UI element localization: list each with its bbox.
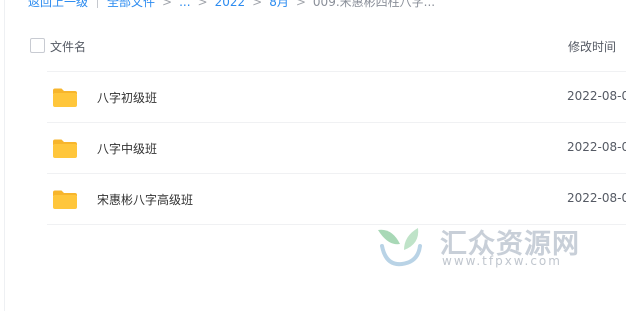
file-name[interactable]: 八字初级班 [97, 89, 157, 106]
breadcrumb: 返回上一级 全部文件 > ... > 2022 > 8月 > 009.宋惠彬四柱… [28, 0, 435, 10]
breadcrumb-separator: > [162, 0, 173, 9]
breadcrumb-ellipsis[interactable]: ... [179, 0, 190, 10]
file-list-header: 文件名 修改时间 [28, 36, 626, 58]
column-header-name[interactable]: 文件名 [50, 38, 86, 55]
breadcrumb-divider [97, 0, 99, 8]
folder-icon [53, 139, 77, 158]
file-modified-time: 2022-08-0 [567, 140, 626, 154]
breadcrumb-separator: > [295, 0, 306, 9]
breadcrumb-separator: > [197, 0, 208, 9]
panel-left-border [4, 0, 5, 311]
folder-icon [53, 190, 77, 209]
column-header-modified[interactable]: 修改时间 [568, 38, 616, 55]
folder-icon [53, 88, 77, 107]
watermark-url: www.tfpxw.com [442, 254, 562, 268]
file-modified-time: 2022-08-0 [567, 191, 626, 205]
watermark: 汇众资源网 www.tfpxw.com [374, 222, 626, 272]
file-name[interactable]: 八字中级班 [97, 140, 157, 157]
breadcrumb-item-month[interactable]: 8月 [269, 0, 289, 10]
leaf-logo-icon [378, 228, 422, 267]
file-row[interactable]: 八字初级班 2022-08-0 [47, 72, 626, 123]
file-modified-time: 2022-08-0 [567, 89, 626, 103]
breadcrumb-separator: > [252, 0, 263, 9]
back-link[interactable]: 返回上一级 [28, 0, 88, 10]
file-name[interactable]: 宋惠彬八字高级班 [97, 191, 193, 208]
breadcrumb-current: 009.宋惠彬四柱八字... [312, 0, 436, 9]
breadcrumb-item-year[interactable]: 2022 [215, 0, 246, 10]
file-row[interactable]: 八字中级班 2022-08-0 [47, 123, 626, 174]
select-all-checkbox[interactable] [30, 38, 45, 53]
breadcrumb-root[interactable]: 全部文件 [107, 0, 155, 10]
file-list: 八字初级班 2022-08-0 八字中级班 2022-08-0 宋惠彬八字高级班… [47, 72, 626, 225]
file-row[interactable]: 宋惠彬八字高级班 2022-08-0 [47, 174, 626, 225]
